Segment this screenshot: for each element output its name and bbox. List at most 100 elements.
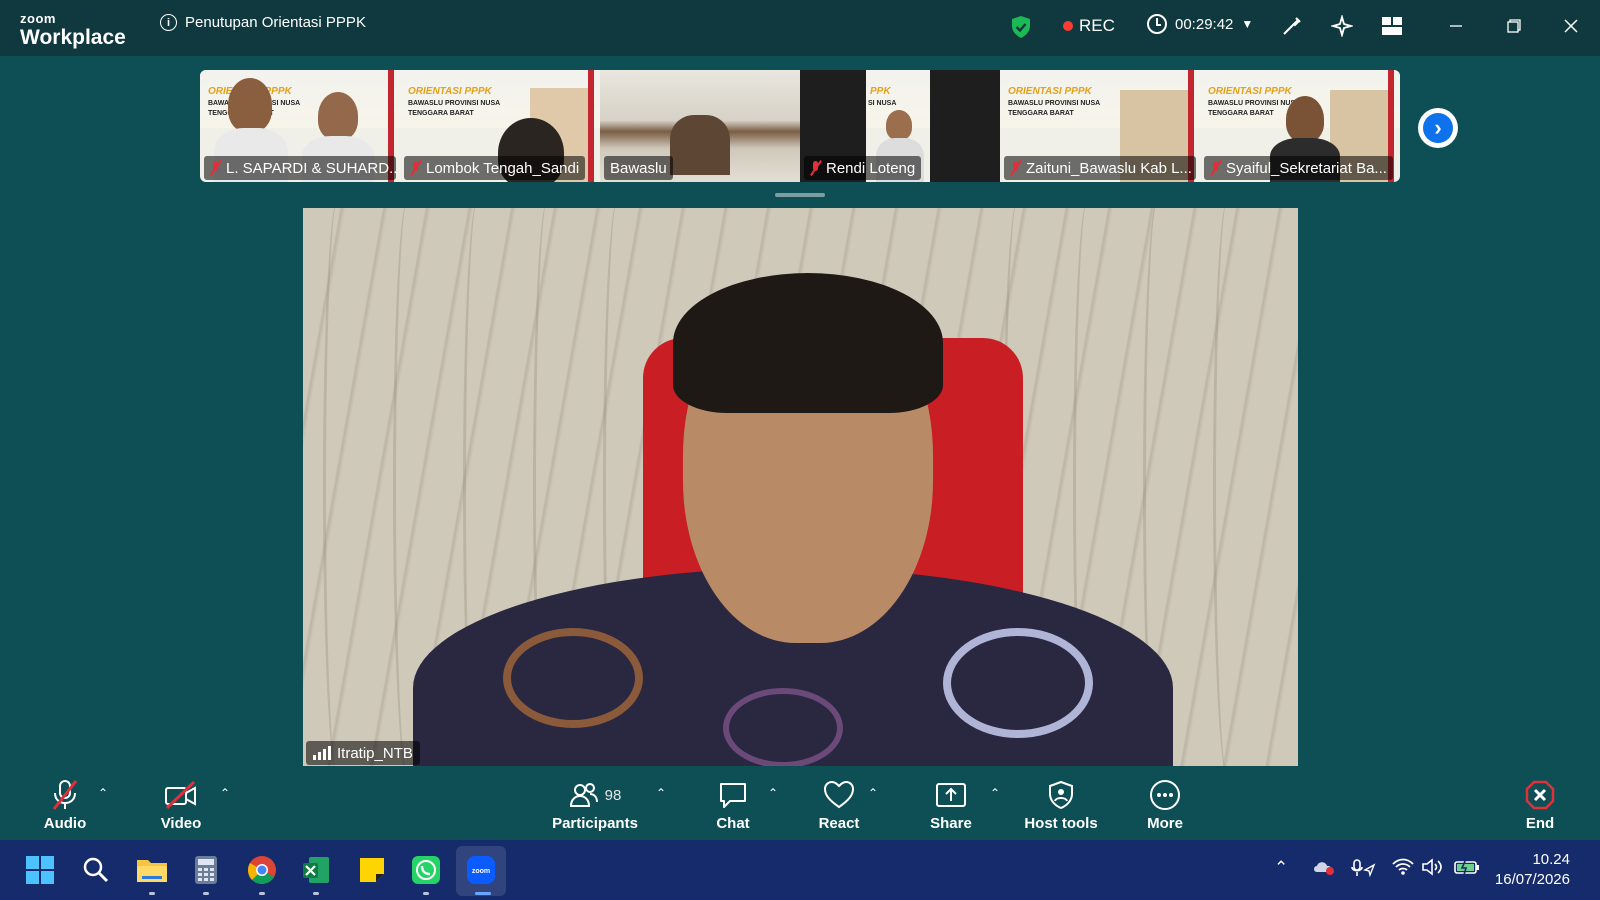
banner-line: SI NUSA <box>868 100 897 107</box>
battery-charging-icon[interactable] <box>1454 858 1480 881</box>
next-page-button[interactable]: › <box>1418 108 1458 148</box>
participant-face <box>886 110 912 140</box>
shirt-pattern <box>943 628 1093 738</box>
chat-button[interactable]: Chat <box>688 778 778 832</box>
running-indicator <box>313 892 319 895</box>
chevron-right-icon: › <box>1423 113 1453 143</box>
restore-button[interactable] <box>1502 14 1526 38</box>
participant-tile[interactable]: ORIENTASI PPPK BAWASLU PROVINSI NUSA TEN… <box>1000 70 1200 182</box>
chat-label: Chat <box>716 815 750 832</box>
running-indicator <box>149 892 155 895</box>
participant-tile[interactable]: PPK SI NUSA Rendi Loteng <box>800 70 1000 182</box>
participant-tile[interactable]: ORIENTASI PPPK BAWASLU PROVINSI NUSA TEN… <box>200 70 400 182</box>
view-layout-icon[interactable] <box>1380 14 1404 38</box>
participant-face <box>318 92 358 140</box>
chat-options-caret-icon[interactable]: ⌃ <box>768 786 778 800</box>
heart-icon <box>823 778 855 812</box>
banner-line: BAWASLU PROVINSI NUSA <box>1008 100 1101 107</box>
audio-button[interactable]: Audio <box>20 778 110 832</box>
chat-icon <box>718 778 748 812</box>
mic-muted-icon <box>810 160 821 176</box>
share-label: Share <box>930 815 972 832</box>
wifi-icon[interactable] <box>1392 858 1414 881</box>
annotate-icon[interactable] <box>1280 14 1304 38</box>
close-button[interactable] <box>1559 14 1583 38</box>
participant-name-label: L. SAPARDI & SUHARD... <box>204 156 396 180</box>
mic-muted-icon <box>1210 160 1221 176</box>
show-hidden-icons-chevron-icon[interactable]: ⌃ <box>1274 858 1288 878</box>
end-meeting-button[interactable]: End <box>1495 778 1585 832</box>
active-speaker-video[interactable] <box>303 208 1298 766</box>
participant-tile[interactable]: ORIENTASI PPPK BAWASLU PROVINSI NUSA TEN… <box>1200 70 1400 182</box>
zoom-icon[interactable]: zoom <box>465 854 497 886</box>
participants-button[interactable]: 98 Participants <box>550 778 640 832</box>
participant-name: Syaiful_Sekretariat Ba... <box>1226 159 1387 177</box>
banner-line: TENGGARA BARAT <box>1008 110 1074 117</box>
microphone-location-icon[interactable] <box>1350 858 1376 883</box>
elapsed-time: 00:29:42 <box>1175 15 1234 33</box>
video-options-caret-icon[interactable]: ⌃ <box>220 786 230 800</box>
strip-resize-handle[interactable] <box>775 193 825 197</box>
participants-icon-group: 98 <box>569 778 621 812</box>
running-indicator <box>423 892 429 895</box>
sticky-notes-icon[interactable] <box>356 854 388 886</box>
participant-tile[interactable]: ORIENTASI PPPK BAWASLU PROVINSI NUSA TEN… <box>400 70 600 182</box>
system-clock[interactable]: 10.24 16/07/2026 <box>1495 850 1570 890</box>
wallpaper-pattern <box>323 208 353 766</box>
end-label: End <box>1525 815 1555 832</box>
shirt-pattern <box>723 688 843 766</box>
more-button[interactable]: More <box>1120 778 1210 832</box>
search-icon[interactable] <box>80 854 112 886</box>
react-options-caret-icon[interactable]: ⌃ <box>868 786 878 800</box>
ai-companion-icon[interactable] <box>1330 14 1354 38</box>
host-tools-button[interactable]: Host tools <box>1016 778 1106 832</box>
speaker-hair <box>673 273 943 413</box>
active-speaker-name: Itratip_NTB <box>337 744 413 762</box>
windows-taskbar: zoom ⌃ 10.24 16/07/2026 <box>0 840 1600 900</box>
clock-icon <box>1147 14 1167 34</box>
meeting-timer[interactable]: 00:29:42 ▼ <box>1147 14 1253 34</box>
share-options-caret-icon[interactable]: ⌃ <box>990 786 1000 800</box>
video-button[interactable]: Video <box>136 778 226 832</box>
participant-tile[interactable]: Bawaslu <box>600 70 800 182</box>
mic-muted-icon <box>1010 160 1021 176</box>
audio-label: Audio <box>43 815 87 832</box>
encryption-shield-icon[interactable] <box>1010 15 1032 39</box>
mic-muted-icon <box>410 160 421 176</box>
whatsapp-icon[interactable] <box>410 854 442 886</box>
participant-name: L. SAPARDI & SUHARD... <box>226 159 396 177</box>
video-label: Video <box>160 815 202 832</box>
clock-date: 16/07/2026 <box>1494 871 1570 888</box>
share-button[interactable]: Share <box>906 778 996 832</box>
start-icon[interactable] <box>24 854 56 886</box>
participant-name-label: Syaiful_Sekretariat Ba... <box>1204 156 1393 180</box>
rec-label: REC <box>1079 16 1115 35</box>
thumbnail-strip: ORIENTASI PPPK BAWASLU PROVINSI NUSA TEN… <box>200 70 1400 182</box>
participants-options-caret-icon[interactable]: ⌃ <box>656 786 666 800</box>
participant-name: Bawaslu <box>610 159 667 177</box>
banner-title: ORIENTASI PPPK <box>408 86 492 97</box>
participant-name-label: Lombok Tengah_Sandi <box>404 156 586 180</box>
minimize-button[interactable] <box>1444 14 1468 38</box>
calculator-icon[interactable] <box>190 854 222 886</box>
volume-icon[interactable] <box>1422 858 1444 881</box>
excel-icon[interactable] <box>300 854 332 886</box>
participant-name: Lombok Tengah_Sandi <box>426 159 580 177</box>
onedrive-error-icon[interactable] <box>1312 858 1336 881</box>
audio-options-caret-icon[interactable]: ⌃ <box>98 786 108 800</box>
info-icon[interactable]: i <box>160 14 177 31</box>
banner-title: PPK <box>870 86 891 97</box>
participants-label: Participants <box>552 815 638 832</box>
active-speaker-label: Itratip_NTB <box>306 741 420 765</box>
host-tools-label: Host tools <box>1024 815 1098 832</box>
logo-zoom-text: zoom <box>20 11 56 26</box>
chrome-icon[interactable] <box>246 854 278 886</box>
recording-indicator[interactable]: REC <box>1063 16 1115 36</box>
file-explorer-icon[interactable] <box>136 854 168 886</box>
svg-text:zoom: zoom <box>472 868 490 875</box>
meeting-title: Penutupan Orientasi PPPK <box>185 14 366 31</box>
meeting-table <box>670 115 730 175</box>
meeting-info[interactable]: i Penutupan Orientasi PPPK <box>160 14 366 31</box>
participant-name-label: Rendi Loteng <box>804 156 922 180</box>
banner-stripe <box>588 70 594 182</box>
